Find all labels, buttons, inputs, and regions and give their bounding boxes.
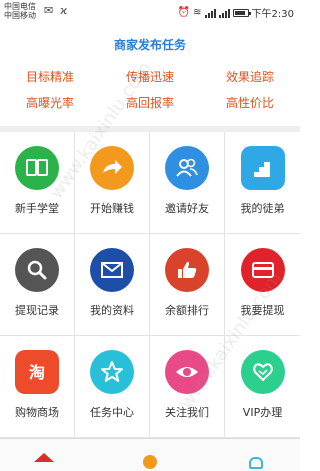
- grid-item-task-center[interactable]: 任务中心: [75, 336, 150, 438]
- tab-profile[interactable]: [140, 453, 160, 471]
- feature-grid: 新手学堂 开始赚钱 邀请好友 我的徒弟 提现记录 我的资料 余额排行 我要提现 …: [0, 132, 300, 438]
- svg-text:淘: 淘: [29, 363, 45, 382]
- tab-home[interactable]: [34, 453, 54, 471]
- alarm-icon: ⏰: [177, 7, 191, 18]
- grid-item-follow-us[interactable]: 关注我们: [150, 336, 225, 438]
- carrier-1: 中国电信: [4, 2, 36, 11]
- grid-item-label: VIP办理: [242, 406, 283, 419]
- sms-icon: ✉: [44, 4, 54, 17]
- star-icon: [90, 350, 134, 394]
- signal-2-icon: [218, 8, 230, 18]
- feature-tracking: 效果追踪: [225, 70, 274, 84]
- grid-item-label: 关注我们: [165, 406, 209, 419]
- grid-item-balance-ranking[interactable]: 余额排行: [150, 234, 225, 336]
- grid-item-vip[interactable]: VIP办理: [225, 336, 300, 438]
- tooth-icon: [249, 457, 263, 469]
- user-icon: [143, 455, 157, 469]
- clock-time: 下午2:30: [251, 9, 294, 20]
- thumbs-up-icon: [165, 248, 209, 292]
- stairs-icon: [240, 146, 285, 190]
- arrow-right-icon: [90, 146, 134, 190]
- grid-item-label: 开始赚钱: [90, 202, 134, 215]
- status-right: ⏰ ≋ 下午2:30: [178, 5, 294, 20]
- grid-item-shopping-mall[interactable]: 淘 购物商场: [0, 336, 75, 438]
- grid-item-withdraw-records[interactable]: 提现记录: [0, 234, 75, 336]
- page-title: 商家发布任务: [113, 38, 186, 52]
- battery-icon: [232, 8, 251, 17]
- feature-value: 高性价比: [225, 96, 274, 110]
- grid-item-label: 我要提现: [240, 304, 285, 317]
- grid-item-label: 余额排行: [165, 304, 209, 317]
- grid-item-my-apprentices[interactable]: 我的徒弟: [225, 132, 300, 234]
- grid-item-label: 我的徒弟: [240, 202, 285, 215]
- book-icon: [15, 146, 59, 190]
- promo-header: 商家发布任务 目标精准 传播迅速 效果追踪 高曝光率 高回报率 高性价比: [0, 24, 300, 126]
- magnifier-icon: [15, 248, 59, 292]
- card-icon: [240, 248, 285, 292]
- envelope-icon: [90, 248, 134, 292]
- carrier-2: 中国移动: [4, 11, 36, 20]
- people-icon: [165, 146, 209, 190]
- grid-item-start-earning[interactable]: 开始赚钱: [75, 132, 150, 234]
- status-bar: 中国电信 中国移动 ✉ ϰ ⏰ ≋ 下午2:30: [0, 0, 300, 24]
- signal-alt-icon: ϰ: [60, 4, 68, 17]
- grid-item-label: 购物商场: [15, 406, 59, 419]
- grid-item-label: 我的资料: [90, 304, 134, 317]
- taobao-icon: 淘: [15, 350, 59, 394]
- grid-item-label: 邀请好友: [165, 202, 209, 215]
- grid-item-invite-friends[interactable]: 邀请好友: [150, 132, 225, 234]
- tab-more[interactable]: [246, 453, 266, 471]
- grid-item-withdraw[interactable]: 我要提现: [225, 234, 300, 336]
- grid-item-my-profile[interactable]: 我的资料: [75, 234, 150, 336]
- signal-icon: [204, 8, 216, 18]
- grid-item-newbie-school[interactable]: 新手学堂: [0, 132, 75, 234]
- feature-exposure: 高曝光率: [25, 96, 74, 110]
- grid-item-label: 任务中心: [90, 406, 134, 419]
- carrier-info: 中国电信 中国移动: [4, 2, 36, 20]
- feature-return: 高回报率: [125, 96, 174, 110]
- wifi-icon: ≋: [193, 7, 202, 18]
- grid-item-label: 提现记录: [15, 304, 59, 317]
- eye-icon: [165, 350, 209, 394]
- grid-item-label: 新手学堂: [15, 202, 59, 215]
- feature-targeting: 目标精准: [25, 70, 74, 84]
- feature-spread: 传播迅速: [125, 70, 174, 84]
- handshake-icon: [240, 350, 285, 394]
- home-icon: [34, 453, 54, 462]
- bottom-tab-bar: [0, 438, 300, 471]
